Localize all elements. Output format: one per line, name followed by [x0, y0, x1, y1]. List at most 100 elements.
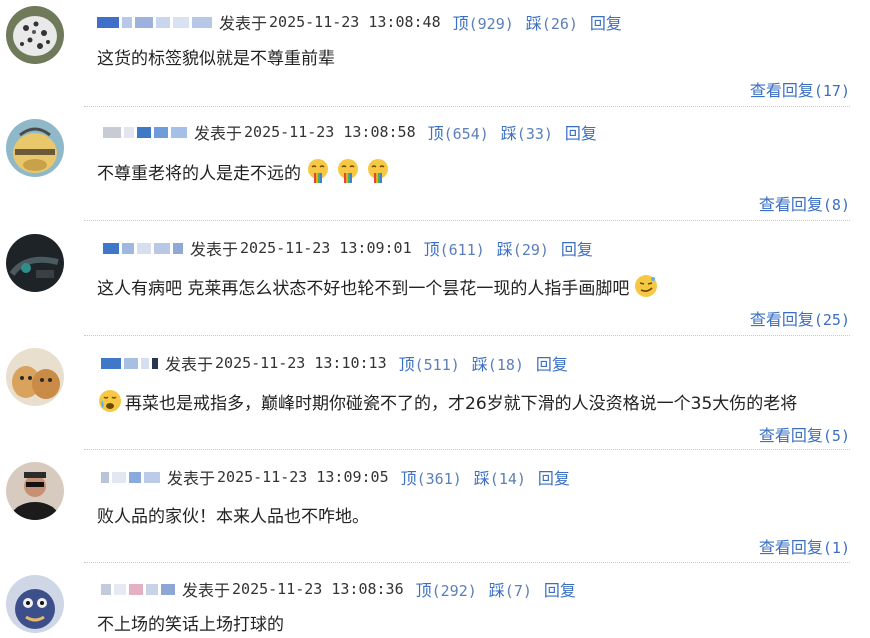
upvote-button[interactable]: 顶(511)	[399, 351, 460, 375]
upvote-count: (361)	[416, 470, 462, 488]
comment-body: 这人有病吧 克莱再怎么状态不好也轮不到一个昙花一现的人指手画脚吧	[97, 278, 630, 299]
view-replies-link[interactable]: 查看回复(5)	[759, 422, 850, 446]
comment-body: 不尊重老将的人是走不远的	[97, 163, 301, 184]
reply-count: (1)	[822, 539, 850, 557]
comment-text: 败人品的家伙！本来人品也不咋地。	[97, 500, 369, 528]
comment-list: 发表于 2025-11-23 13:08:48 顶(929) 踩(26) 回复 …	[0, 0, 870, 638]
comment-meta: 发表于 2025-11-23 13:08:36 顶(292) 踩(7) 回复	[101, 578, 576, 600]
upvote-count: (611)	[439, 241, 485, 259]
reply-count: (17)	[813, 82, 850, 100]
reply-button[interactable]: 回复	[538, 465, 570, 489]
view-replies-link[interactable]: 查看回复(1)	[759, 534, 850, 558]
comment-meta: 发表于 2025-11-23 13:10:13 顶(511) 踩(18) 回复	[101, 352, 568, 374]
upvote-count: (511)	[414, 356, 460, 374]
comment-item: 发表于 2025-11-23 13:09:05 顶(361) 踩(14) 回复 …	[0, 450, 870, 563]
downvote-label: 踩	[500, 124, 517, 143]
posted-label: 发表于	[190, 240, 239, 259]
comment-item: 发表于 2025-11-23 13:08:58 顶(654) 踩(33) 回复 …	[0, 107, 870, 221]
username-redacted[interactable]	[101, 583, 178, 595]
post-time: 2025-11-23 13:10:13	[215, 354, 387, 372]
upvote-label: 顶	[400, 469, 417, 488]
view-replies-link[interactable]: 查看回复(25)	[750, 306, 850, 330]
view-replies-label: 查看回复	[758, 195, 823, 214]
downvote-count: (33)	[516, 125, 553, 143]
reply-button[interactable]: 回复	[536, 351, 568, 375]
upvote-count: (654)	[443, 125, 489, 143]
downvote-label: 踩	[471, 355, 488, 374]
comment-body: 再菜也是戒指多，巅峰时期你碰瓷不了的，才26岁就下滑的人没资格说一个35大伤的老…	[125, 393, 798, 414]
posted-label: 发表于	[219, 14, 268, 33]
reply-button[interactable]: 回复	[590, 10, 622, 34]
posted-label: 发表于	[194, 124, 243, 143]
reply-button[interactable]: 回复	[544, 577, 576, 601]
downvote-button[interactable]: 踩(7)	[489, 577, 532, 601]
smirk-emoji	[633, 273, 659, 299]
comment-meta: 发表于 2025-11-23 13:09:05 顶(361) 踩(14) 回复	[101, 466, 570, 488]
reply-button[interactable]: 回复	[565, 120, 597, 144]
view-replies-label: 查看回复	[749, 81, 814, 100]
username-redacted[interactable]	[103, 126, 190, 138]
post-time: 2025-11-23 13:08:36	[232, 580, 404, 598]
downvote-button[interactable]: 踩(33)	[501, 120, 553, 144]
downvote-count: (7)	[504, 582, 532, 600]
comment-item: 发表于 2025-11-23 13:08:48 顶(929) 踩(26) 回复 …	[0, 0, 870, 107]
avatar[interactable]	[6, 348, 64, 406]
view-replies-label: 查看回复	[749, 310, 814, 329]
post-time: 2025-11-23 13:09:01	[240, 239, 412, 257]
comment-meta: 发表于 2025-11-23 13:09:01 顶(611) 踩(29) 回复	[103, 237, 593, 259]
crying-emoji	[97, 388, 123, 414]
username-redacted[interactable]	[97, 16, 215, 28]
comment-item: 发表于 2025-11-23 13:10:13 顶(511) 踩(18) 回复 …	[0, 336, 870, 450]
upvote-label: 顶	[415, 581, 432, 600]
view-replies-link[interactable]: 查看回复(17)	[750, 77, 850, 101]
downvote-label: 踩	[488, 581, 505, 600]
avatar[interactable]	[6, 119, 64, 177]
upvote-button[interactable]: 顶(611)	[424, 236, 485, 260]
posted-label: 发表于	[165, 355, 214, 374]
view-replies-label: 查看回复	[758, 538, 823, 557]
post-time: 2025-11-23 13:08:58	[244, 123, 416, 141]
avatar[interactable]	[6, 462, 64, 520]
reply-button[interactable]: 回复	[561, 236, 593, 260]
username-redacted[interactable]	[101, 357, 161, 369]
upvote-button[interactable]: 顶(361)	[401, 465, 462, 489]
upvote-label: 顶	[452, 14, 469, 33]
downvote-button[interactable]: 踩(26)	[526, 10, 578, 34]
avatar[interactable]	[6, 6, 64, 64]
downvote-count: (29)	[512, 241, 549, 259]
username-redacted[interactable]	[103, 242, 186, 254]
downvote-button[interactable]: 踩(14)	[474, 465, 526, 489]
downvote-label: 踩	[473, 469, 490, 488]
rainbow-vomit-emoji	[365, 158, 391, 184]
downvote-count: (26)	[541, 15, 578, 33]
posted-label: 发表于	[167, 469, 216, 488]
view-replies-link[interactable]: 查看回复(8)	[759, 191, 850, 215]
downvote-button[interactable]: 踩(29)	[497, 236, 549, 260]
upvote-button[interactable]: 顶(654)	[428, 120, 489, 144]
comment-text: 这货的标签貌似就是不尊重前辈	[97, 42, 335, 70]
downvote-count: (18)	[487, 356, 524, 374]
reply-count: (8)	[822, 196, 850, 214]
downvote-label: 踩	[525, 14, 542, 33]
comment-body: 这货的标签貌似就是不尊重前辈	[97, 48, 335, 69]
post-time: 2025-11-23 13:09:05	[217, 468, 389, 486]
upvote-button[interactable]: 顶(292)	[416, 577, 477, 601]
downvote-button[interactable]: 踩(18)	[472, 351, 524, 375]
upvote-count: (292)	[431, 582, 477, 600]
rainbow-vomit-emoji	[305, 158, 331, 184]
avatar[interactable]	[6, 575, 64, 633]
upvote-label: 顶	[427, 124, 444, 143]
comment-item: 发表于 2025-11-23 13:08:36 顶(292) 踩(7) 回复 不…	[0, 563, 870, 638]
username-redacted[interactable]	[101, 471, 163, 483]
reply-count: (25)	[813, 311, 850, 329]
avatar[interactable]	[6, 234, 64, 292]
downvote-count: (14)	[489, 470, 526, 488]
upvote-button[interactable]: 顶(929)	[453, 10, 514, 34]
comment-body: 败人品的家伙！本来人品也不咋地。	[97, 506, 369, 527]
comment-item: 发表于 2025-11-23 13:09:01 顶(611) 踩(29) 回复 …	[0, 221, 870, 336]
upvote-label: 顶	[423, 240, 440, 259]
upvote-count: (929)	[468, 15, 514, 33]
comment-text: 不上场的笑话上场打球的	[97, 608, 284, 636]
view-replies-label: 查看回复	[758, 426, 823, 445]
rainbow-vomit-emoji	[335, 158, 361, 184]
